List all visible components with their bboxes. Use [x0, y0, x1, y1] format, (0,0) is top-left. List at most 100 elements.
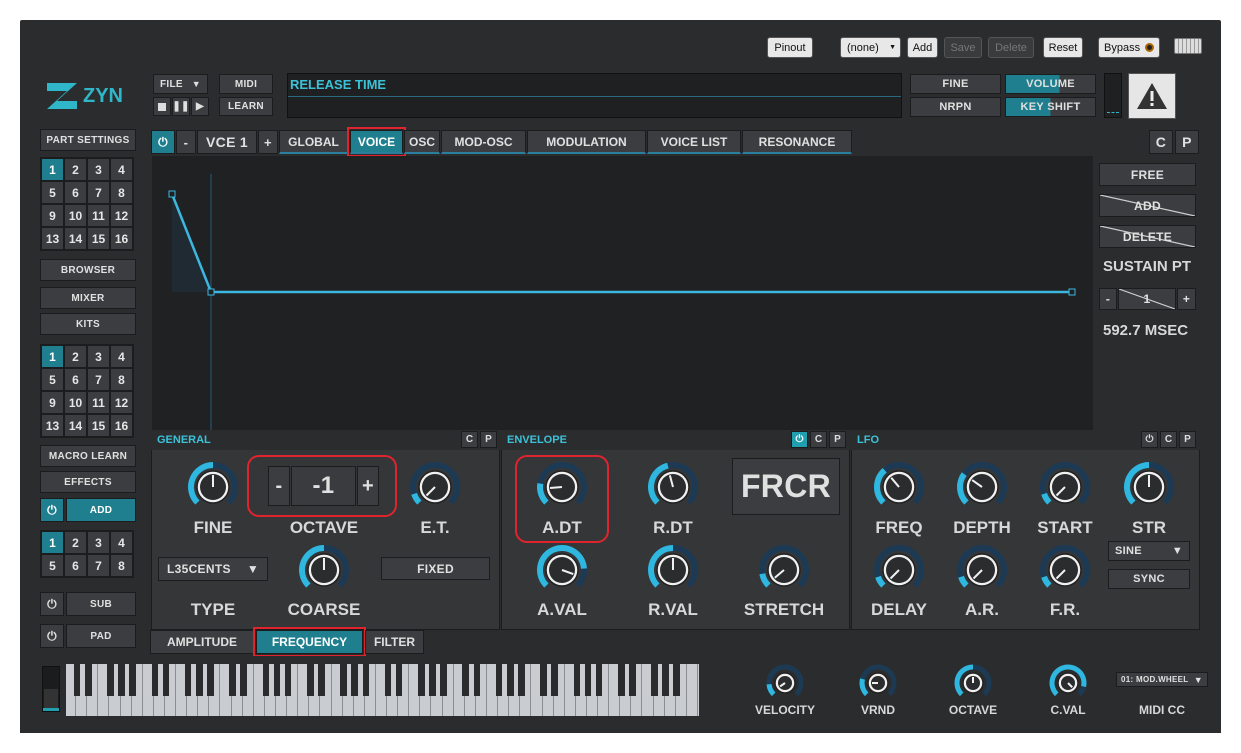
voice-next-button[interactable]: + — [258, 130, 278, 154]
voice-prev-button[interactable]: - — [176, 130, 196, 154]
voice-cell-6[interactable]: 6 — [65, 555, 86, 576]
piano-keyboard[interactable] — [66, 664, 699, 716]
depth-knob[interactable] — [955, 460, 1009, 514]
piano-black-key[interactable] — [573, 664, 581, 696]
piano-black-key[interactable] — [506, 664, 514, 696]
part-settings-button[interactable]: PART SETTINGS — [40, 129, 136, 151]
sub-synth-button[interactable]: SUB — [66, 592, 136, 616]
part-cell-4[interactable]: 4 — [111, 159, 132, 180]
tab-resonance[interactable]: RESONANCE — [742, 130, 852, 154]
part-cell-13[interactable]: 13 — [42, 228, 63, 249]
coarse-knob[interactable] — [297, 543, 351, 597]
voice-cell-1[interactable]: 1 — [42, 532, 63, 553]
freq-knob[interactable] — [872, 460, 926, 514]
piano-black-key[interactable] — [473, 664, 481, 696]
preset-dropdown[interactable]: (none) ▼ — [840, 37, 901, 58]
piano-black-key[interactable] — [340, 664, 347, 696]
add-point-button[interactable]: ADD — [1099, 194, 1196, 217]
part-cell-5[interactable]: 5 — [42, 182, 63, 203]
piano-black-key[interactable] — [262, 664, 270, 696]
voice-cell-2[interactable]: 2 — [65, 532, 86, 553]
keyboard-icon[interactable] — [1174, 38, 1202, 54]
piano-black-key[interactable] — [440, 664, 447, 696]
part-cell-11[interactable]: 11 — [88, 205, 109, 226]
piano-black-key[interactable] — [673, 664, 681, 696]
part-cell-1[interactable]: 1 — [42, 159, 63, 180]
general-copy-button[interactable]: C — [461, 431, 478, 448]
lfo-paste-button[interactable]: P — [1179, 431, 1196, 448]
piano-black-key[interactable] — [418, 664, 425, 696]
piano-black-key[interactable] — [229, 664, 236, 696]
part-cell-9[interactable]: 9 — [42, 205, 63, 226]
piano-black-key[interactable] — [462, 664, 470, 696]
piano-black-key[interactable] — [362, 664, 370, 696]
piano-black-key[interactable] — [540, 664, 547, 696]
envelope-paste-button[interactable]: P — [829, 431, 846, 448]
kits-button[interactable]: KITS — [40, 313, 136, 335]
adt-knob[interactable] — [535, 460, 589, 514]
kit-cell-2[interactable]: 2 — [65, 346, 86, 367]
keyboard-octave-knob[interactable] — [952, 662, 994, 704]
octave-plus-button[interactable]: + — [357, 466, 379, 506]
type-dropdown[interactable]: L35CENTS ▼ — [158, 557, 268, 581]
kit-cell-11[interactable]: 11 — [88, 392, 109, 413]
part-cell-15[interactable]: 15 — [88, 228, 109, 249]
voice-cell-5[interactable]: 5 — [42, 555, 63, 576]
aval-knob[interactable] — [535, 543, 589, 597]
tab-global[interactable]: GLOBAL — [279, 130, 348, 154]
part-cell-2[interactable]: 2 — [65, 159, 86, 180]
tab-voice-list[interactable]: VOICE LIST — [647, 130, 741, 154]
delete-point-button[interactable]: DELETE — [1099, 225, 1196, 248]
octave-minus-button[interactable]: - — [268, 466, 290, 506]
key-shift-slider[interactable]: KEY SHIFT — [1005, 97, 1096, 117]
cval-knob[interactable] — [1047, 662, 1089, 704]
pitch-wheel[interactable] — [42, 666, 60, 712]
stop-button[interactable] — [153, 97, 171, 116]
kit-cell-5[interactable]: 5 — [42, 369, 63, 390]
tab-mod-osc[interactable]: MOD-OSC — [441, 130, 526, 154]
piano-black-key[interactable] — [617, 664, 625, 696]
copy-button[interactable]: C — [1149, 130, 1173, 154]
piano-black-key[interactable] — [184, 664, 192, 696]
piano-black-key[interactable] — [429, 664, 436, 696]
tab-voice[interactable]: VOICE — [347, 127, 406, 157]
delay-knob[interactable] — [872, 543, 926, 597]
pad-synth-button[interactable]: PAD — [66, 624, 136, 648]
et-knob[interactable] — [408, 460, 462, 514]
piano-black-key[interactable] — [351, 664, 359, 696]
envelope-enable-toggle[interactable]: ⏻ — [791, 431, 808, 448]
lfo-copy-button[interactable]: C — [1160, 431, 1177, 448]
pause-button[interactable]: ❚❚ — [172, 97, 190, 116]
lfo-shape-dropdown[interactable]: SINE ▼ — [1108, 541, 1190, 561]
part-cell-14[interactable]: 14 — [65, 228, 86, 249]
velocity-knob[interactable] — [764, 662, 806, 704]
rdt-knob[interactable] — [646, 460, 700, 514]
str-knob[interactable] — [1122, 460, 1176, 514]
ar-knob[interactable] — [955, 543, 1009, 597]
piano-black-key[interactable] — [207, 664, 214, 696]
browser-button[interactable]: BROWSER — [40, 259, 136, 281]
part-cell-3[interactable]: 3 — [88, 159, 109, 180]
kit-cell-7[interactable]: 7 — [88, 369, 109, 390]
play-button[interactable]: ▶ — [191, 97, 209, 116]
kit-cell-16[interactable]: 16 — [111, 415, 132, 436]
part-cell-12[interactable]: 12 — [111, 205, 132, 226]
tab-amplitude[interactable]: AMPLITUDE — [150, 630, 254, 654]
sustain-plus-button[interactable]: + — [1177, 288, 1196, 310]
envelope-copy-button[interactable]: C — [810, 431, 827, 448]
delete-preset-button[interactable]: Delete — [988, 37, 1034, 58]
effects-button[interactable]: EFFECTS — [40, 471, 136, 493]
tab-frequency[interactable]: FREQUENCY — [253, 627, 366, 657]
midi-cc-dropdown[interactable]: 01: MOD.WHEEL ▼ — [1116, 672, 1208, 687]
reset-button[interactable]: Reset — [1043, 37, 1083, 58]
kit-cell-6[interactable]: 6 — [65, 369, 86, 390]
piano-black-key[interactable] — [517, 664, 525, 696]
piano-white-key[interactable] — [687, 664, 698, 716]
piano-black-key[interactable] — [129, 664, 136, 696]
save-preset-button[interactable]: Save — [944, 37, 982, 58]
panic-button[interactable] — [1128, 73, 1176, 119]
piano-black-key[interactable] — [162, 664, 170, 696]
pad-enable-toggle[interactable]: ⏻ — [40, 624, 64, 648]
piano-black-key[interactable] — [306, 664, 314, 696]
kit-cell-8[interactable]: 8 — [111, 369, 132, 390]
